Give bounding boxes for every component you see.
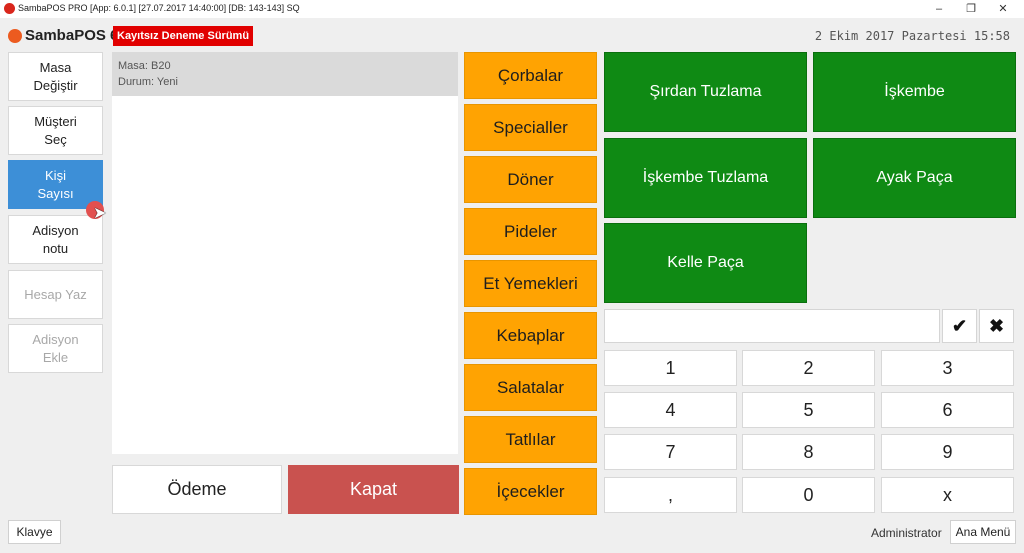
restore-icon[interactable]: ❐ [956, 0, 986, 18]
logo-icon [8, 29, 22, 43]
category-button[interactable]: İçecekler [464, 468, 597, 515]
product-button[interactable]: İşkembe Tuzlama [604, 138, 807, 218]
add-ticket-button[interactable]: Adisyon Ekle [8, 324, 103, 373]
numpad-input[interactable] [604, 309, 940, 343]
product-button[interactable]: Ayak Paça [813, 138, 1016, 218]
close-icon[interactable]: ✕ [988, 0, 1018, 18]
numpad-key[interactable]: 7 [604, 434, 737, 470]
numpad-key[interactable]: 5 [742, 392, 875, 428]
ticket-table-label: Masa: B20 [118, 60, 171, 72]
select-customer-button[interactable]: Müşteri Seç [8, 106, 103, 155]
numpad-key[interactable]: 6 [881, 392, 1014, 428]
main-menu-button[interactable]: Ana Menü [950, 520, 1016, 544]
numpad-key[interactable]: 2 [742, 350, 875, 386]
ticket-status-label: Durum: Yeni [118, 76, 178, 88]
category-button[interactable]: Specialler [464, 104, 597, 151]
payment-button[interactable]: Ödeme [112, 465, 282, 514]
category-button[interactable]: Çorbalar [464, 52, 597, 99]
checkmark-icon[interactable]: ✔ [942, 309, 977, 343]
ticket-panel: Masa: B20 Durum: Yeni [112, 52, 458, 454]
product-button[interactable]: Kelle Paça [604, 223, 807, 303]
category-button[interactable]: Pideler [464, 208, 597, 255]
category-button[interactable]: Döner [464, 156, 597, 203]
category-button[interactable]: Et Yemekleri [464, 260, 597, 307]
app-logo-text: SambaPOS 6 [25, 27, 119, 44]
app-icon [4, 3, 15, 14]
close-ticket-button[interactable]: Kapat [288, 465, 459, 514]
guest-count-button[interactable]: Kişi Sayısı [8, 160, 103, 209]
keyboard-button[interactable]: Klavye [8, 520, 61, 544]
ticket-header: Masa: B20 Durum: Yeni [112, 52, 458, 96]
numpad-key[interactable]: 1 [604, 350, 737, 386]
numpad-key[interactable]: 9 [881, 434, 1014, 470]
product-button[interactable]: Şırdan Tuzlama [604, 52, 807, 132]
trial-badge: Kayıtsız Deneme Sürümü [113, 26, 254, 46]
product-button[interactable]: İşkembe [813, 52, 1016, 132]
print-bill-button[interactable]: Hesap Yaz [8, 270, 103, 319]
minimize-icon[interactable]: – [924, 0, 954, 18]
category-button[interactable]: Tatlılar [464, 416, 597, 463]
cursor-icon: ➤ [93, 205, 107, 222]
change-table-button[interactable]: Masa Değiştir [8, 52, 103, 101]
ticket-note-button[interactable]: Adisyon notu [8, 215, 103, 264]
numpad-key[interactable]: 8 [742, 434, 875, 470]
user-label: Administrator [871, 526, 942, 540]
category-button[interactable]: Kebaplar [464, 312, 597, 359]
numpad-key[interactable]: 0 [742, 477, 875, 513]
numpad-key[interactable]: , [604, 477, 737, 513]
date-display: 2 Ekim 2017 Pazartesi 15:58 [814, 29, 1010, 43]
numpad-key[interactable]: x [881, 477, 1014, 513]
numpad-key[interactable]: 3 [881, 350, 1014, 386]
window-title: SambaPOS PRO [App: 6.0.1] [27.07.2017 14… [18, 3, 300, 13]
x-icon[interactable]: ✖ [979, 309, 1014, 343]
category-button[interactable]: Salatalar [464, 364, 597, 411]
numpad-key[interactable]: 4 [604, 392, 737, 428]
